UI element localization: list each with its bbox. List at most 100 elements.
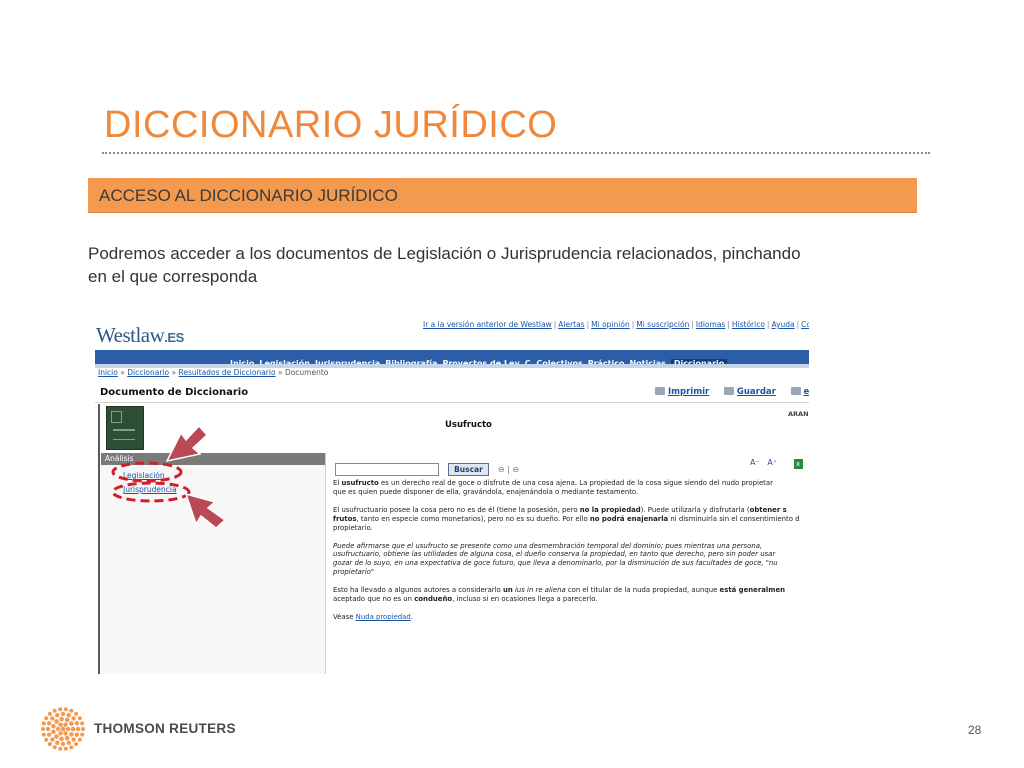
save-button[interactable]: Guardar: [737, 387, 776, 397]
sidebar-link-legislacion[interactable]: Legislación: [123, 469, 177, 483]
font-smaller-button[interactable]: A⁻: [750, 458, 760, 467]
document-text-line: El usufructuario posee la cosa pero no e…: [333, 506, 809, 515]
top-link-separator: |: [766, 320, 770, 329]
logo-dot: [59, 716, 64, 722]
logo-dot: [44, 737, 49, 742]
logo-dot: [69, 745, 74, 750]
breadcrumb-separator: »: [277, 368, 283, 377]
slide-title: DICCIONARIO JURÍDICO: [104, 104, 558, 146]
top-link[interactable]: Idiomas: [696, 320, 725, 329]
logo-dot: [45, 726, 51, 732]
logo-dot: [55, 726, 61, 732]
search-button[interactable]: Buscar: [448, 463, 489, 476]
page-number: 28: [968, 723, 982, 737]
logo-dot: [47, 742, 52, 747]
see-also-link[interactable]: Nuda propiedad: [356, 613, 411, 621]
text-run: usufructuario, obtiene las utilidades de…: [333, 550, 776, 559]
logo-dot: [63, 722, 68, 727]
top-link[interactable]: Cobvir: [801, 320, 809, 329]
intro-text: Podremos acceder a los documentos de Leg…: [88, 242, 928, 288]
logo-dot: [52, 708, 57, 713]
title-divider: [102, 152, 930, 154]
document-text-line: Puede afirmarse que el usufructo se pres…: [333, 542, 809, 551]
print-icon[interactable]: [655, 387, 665, 395]
search-row: Buscar ⊖ | ⊖: [335, 459, 519, 478]
breadcrumb-dictionary[interactable]: Diccionario: [127, 368, 169, 377]
font-larger-button[interactable]: A⁺: [767, 458, 777, 467]
document-text-line: Véase Nuda propiedad.: [333, 613, 809, 622]
logo-dot: [41, 721, 46, 726]
email-icon[interactable]: [790, 387, 801, 395]
excel-icon[interactable]: x: [793, 459, 803, 469]
text-run: el titular de la nuda propiedad, aunque: [580, 586, 720, 595]
frame-border: [98, 404, 100, 674]
document-text-line: gozar de lo suyo, en una expectativa de …: [333, 559, 809, 568]
text-run: frutos: [333, 514, 357, 523]
logo-dot: [51, 723, 56, 729]
top-link[interactable]: Alertas: [558, 320, 584, 329]
document-text-line: propietario.: [333, 524, 809, 533]
top-link-separator: |: [796, 320, 800, 329]
top-links: Ir a la versión anterior de Westlaw | Aler…: [423, 320, 809, 329]
logo-dot: [74, 732, 80, 737]
logo-dot: [63, 746, 68, 751]
document-text-line: Esto ha llevado a algunos autores a cons…: [333, 586, 809, 595]
document-body: El usufructo es un derecho real de goce …: [333, 479, 809, 622]
text-run: ius in re aliena: [514, 586, 566, 595]
text-run: , incluso si en ocasiones llega a parece…: [452, 595, 598, 604]
search-input[interactable]: [335, 463, 439, 476]
logo-dot: [55, 712, 60, 718]
westlaw-logo-text: Westlaw: [96, 323, 165, 347]
logo-dot: [55, 740, 60, 746]
document-text-line: aceptado que no es un condueño, incluso …: [333, 595, 809, 604]
text-run: obtener s: [749, 505, 787, 514]
top-link[interactable]: Histórico: [732, 320, 765, 329]
logo-dot: [69, 732, 74, 737]
document-text-line: usufructuario, obtiene las utilidades de…: [333, 550, 809, 559]
logo-dot: [66, 712, 71, 718]
logo-dot: [58, 746, 63, 751]
top-link[interactable]: Mi suscripción: [636, 320, 689, 329]
logo-dot: [60, 711, 66, 717]
logo-dot: [69, 721, 74, 726]
print-button[interactable]: Imprimir: [668, 387, 709, 397]
logo-dot: [44, 716, 49, 721]
logo-dot: [77, 716, 82, 721]
westlaw-logo-suffix: .ES: [164, 330, 184, 345]
breadcrumb-results[interactable]: Resultados de Diccionario: [179, 368, 276, 377]
westlaw-logo[interactable]: Westlaw.ES: [96, 323, 184, 348]
top-link[interactable]: Ayuda: [771, 320, 794, 329]
logo-dot: [71, 716, 76, 721]
logo-dot: [54, 734, 59, 739]
breadcrumb-home[interactable]: Inicio: [98, 368, 118, 377]
text-run: está generalmen: [719, 586, 786, 595]
main-nav-bar: InicioLegislaciónJurisprudenciaBibliogra…: [95, 350, 809, 368]
sidebar-links: Legislación Jurisprudencia: [123, 469, 177, 497]
sidebar-link-jurisprudencia[interactable]: Jurisprudencia: [123, 483, 177, 497]
search-nav-arrows[interactable]: ⊖ | ⊖: [498, 465, 519, 474]
logo-dot: [71, 737, 76, 742]
analysis-sidebar: Análisis Legislación Jurisprudencia: [101, 453, 326, 674]
document-title: Documento de Diccionario: [100, 387, 249, 398]
save-icon[interactable]: [723, 387, 734, 395]
company-name: THOMSON REUTERS: [94, 721, 236, 736]
logo-dot: [63, 707, 68, 712]
text-run: propietario": [333, 568, 375, 577]
text-run: ni disminuirla sin el consentimiento d: [668, 514, 800, 523]
logo-dot: [70, 726, 76, 732]
text-run: gozar de lo suyo, en una expectativa de …: [333, 559, 778, 568]
logo-dot: [52, 745, 57, 750]
section-heading: ACCESO AL DICCIONARIO JURÍDICO: [99, 186, 398, 205]
top-link-separator: |: [691, 320, 694, 329]
logo-dot: [64, 735, 70, 741]
logo-dot: [51, 729, 56, 735]
document-text-line: propietario": [333, 568, 809, 577]
logo-dot: [46, 721, 52, 726]
logo-dot: [75, 726, 81, 732]
top-link[interactable]: Ir a la versión anterior de Westlaw: [423, 320, 552, 329]
logo-dot: [65, 726, 71, 732]
text-run: es un derecho real de goce o disfrute de…: [378, 479, 773, 487]
logo-dot: [77, 737, 82, 742]
email-button[interactable]: e-ma: [804, 387, 809, 397]
top-link[interactable]: Mi opinión: [591, 320, 630, 329]
